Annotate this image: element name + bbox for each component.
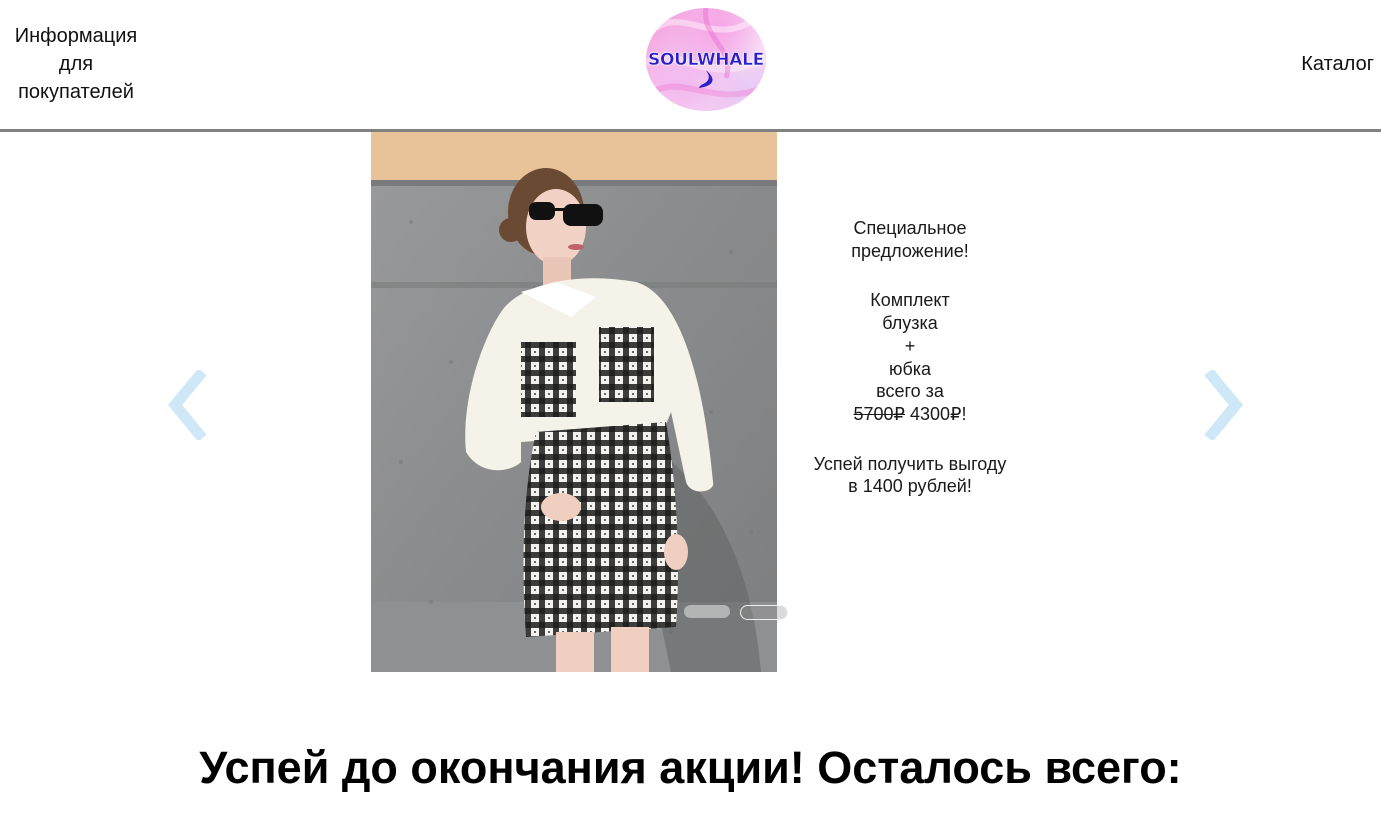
special-offer-text: Специальное предложение! Комплект блузка…	[780, 217, 1040, 525]
offer-item-line: блузка	[882, 313, 938, 334]
offer-item-line: Комплект	[870, 290, 950, 311]
nav-link-catalog[interactable]: Каталог	[1301, 50, 1374, 78]
offer-title-line: предложение!	[851, 240, 969, 261]
site-header: Информация для покупателей SOULWHALE Кат…	[0, 0, 1381, 132]
offer-item-line: юбка	[888, 358, 932, 379]
chevron-right-icon	[1204, 368, 1244, 442]
carousel-indicator-1[interactable]	[684, 605, 730, 618]
old-price: 5700₽	[853, 403, 905, 424]
offer-cta-line: в 1400 рублей!	[848, 476, 972, 497]
offer-title-line: Специальное	[853, 218, 967, 238]
promo-carousel: Специальное предложение! Комплект блузка…	[0, 132, 1381, 672]
carousel-next-button[interactable]	[1200, 368, 1248, 442]
carousel-prev-button[interactable]	[163, 368, 211, 442]
offer-item-line: +	[904, 335, 916, 356]
offer-price-line: 5700₽ 4300₽!	[780, 403, 1040, 426]
slide-photo-outfit	[371, 132, 777, 672]
nav-link-buyer-info[interactable]: Информация для покупателей	[6, 22, 146, 106]
offer-item-line: всего за	[876, 381, 944, 402]
logo-text: SOULWHALE	[648, 50, 765, 70]
whale-tail-icon	[699, 70, 713, 88]
new-price: 4300₽!	[910, 403, 967, 424]
offer-cta-line: Успей получить выгоду	[813, 453, 1007, 474]
logo[interactable]: SOULWHALE	[646, 8, 766, 111]
carousel-indicator-2[interactable]	[740, 605, 788, 620]
model-photo-illustration	[371, 132, 777, 672]
promo-countdown-heading: Успей до окончания акции! Осталось всего…	[199, 742, 1182, 793]
chevron-left-icon	[167, 368, 207, 442]
